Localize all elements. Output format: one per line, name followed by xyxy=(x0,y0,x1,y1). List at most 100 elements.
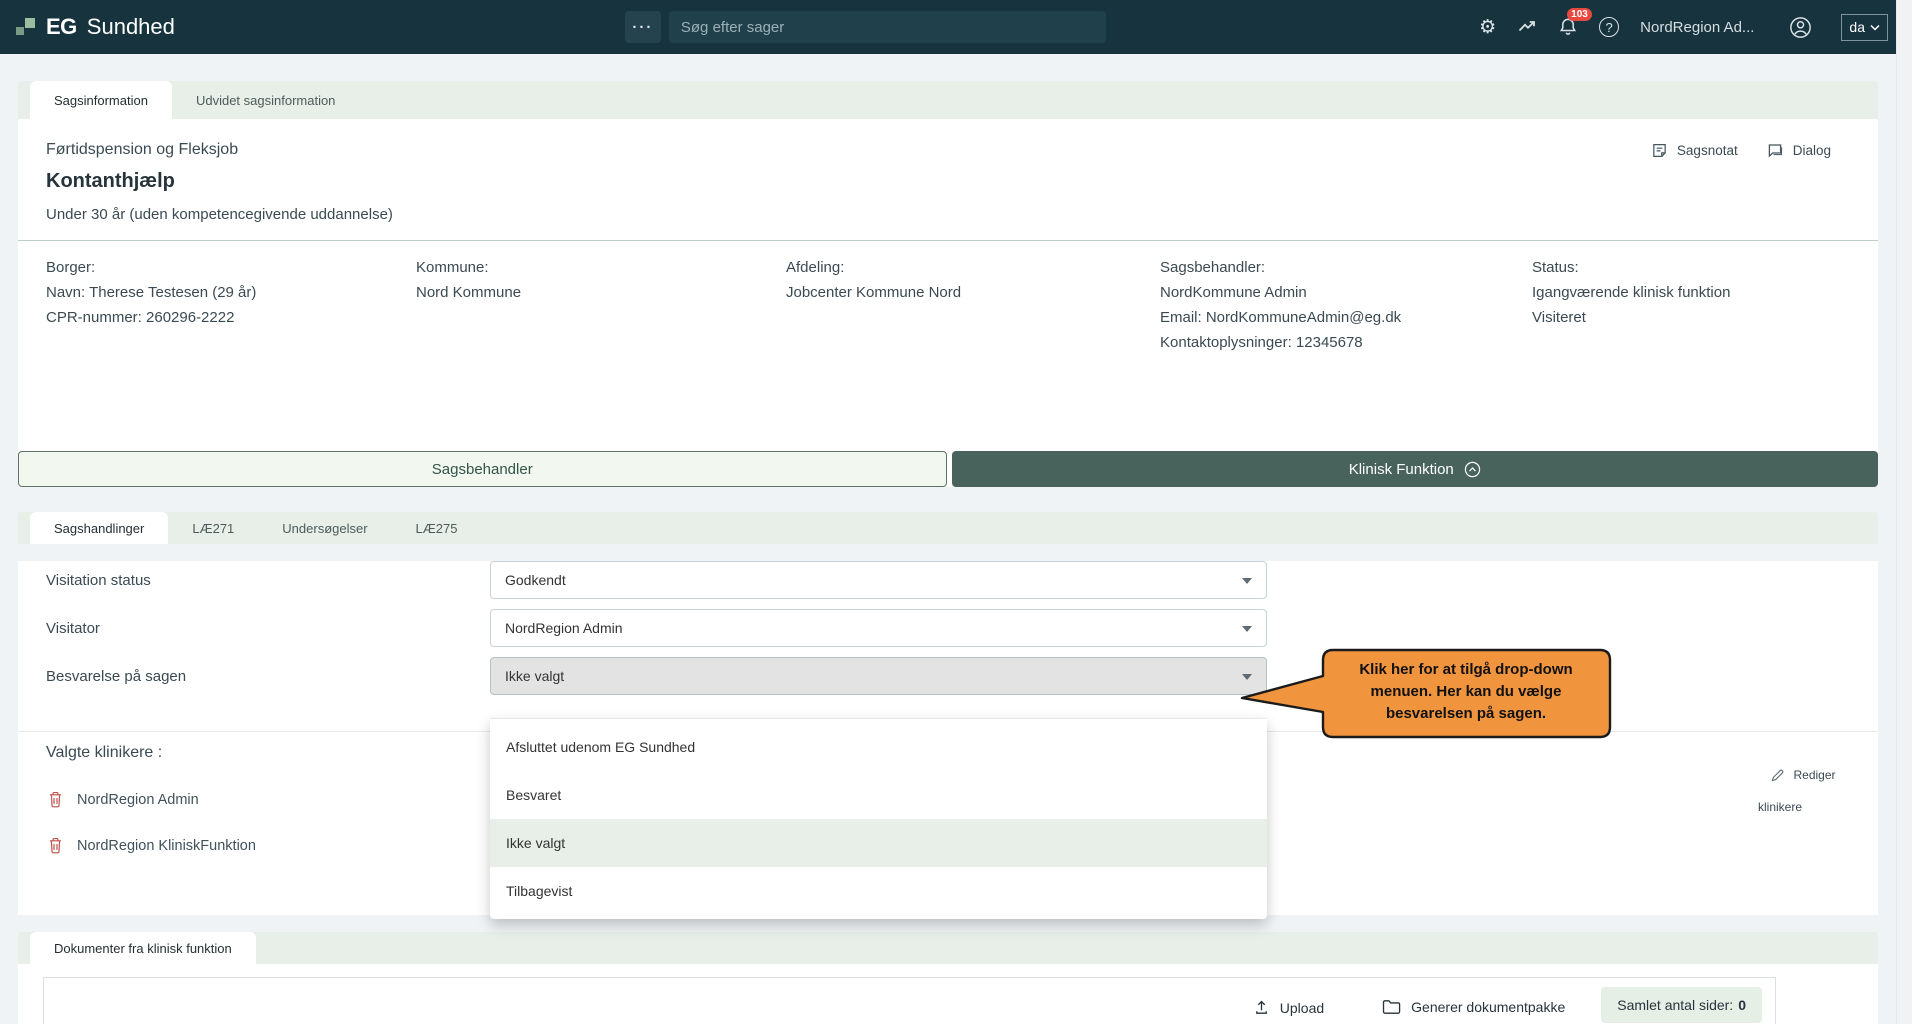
status-label: Status: xyxy=(1532,255,1850,280)
sagsbehandler-navn: NordKommune Admin xyxy=(1160,280,1532,305)
tab-lae275[interactable]: LÆ275 xyxy=(392,512,482,544)
visitation-status-label: Visitation status xyxy=(18,572,490,589)
afdeling-value: Jobcenter Kommune Nord xyxy=(786,280,1160,305)
case-subtitle: Under 30 år (uden kompetencegivende udda… xyxy=(46,206,1850,223)
scrollbar[interactable] xyxy=(1896,0,1912,1024)
delete-kliniker-button[interactable] xyxy=(48,837,63,854)
rediger-klinikere-button[interactable]: Rediger klinikere xyxy=(1758,759,1848,823)
help-icon[interactable]: ? xyxy=(1599,17,1619,37)
status-line2: Visiteret xyxy=(1532,305,1850,330)
sagsbehandler-kontakt: Kontaktoplysninger: 12345678 xyxy=(1160,330,1532,355)
info-borger: Borger: Navn: Therese Testesen (29 år) C… xyxy=(46,255,416,355)
documents-card: Dokumenter fra klinisk funktion Upload G… xyxy=(18,932,1878,1024)
navbar-right: ⚙ 103 ? NordRegion Ad... da xyxy=(1479,14,1888,41)
tab-undersoegelser[interactable]: Undersøgelser xyxy=(258,512,391,544)
total-pages-value: 0 xyxy=(1738,997,1746,1013)
select-arrow-icon xyxy=(1242,578,1252,584)
kommune-value: Nord Kommune xyxy=(416,280,786,305)
borger-navn: Navn: Therese Testesen (29 år) xyxy=(46,280,416,305)
dropdown-option[interactable]: Besvaret xyxy=(490,771,1267,819)
circle-chevron-up-icon xyxy=(1464,461,1481,478)
visitation-status-value: Godkendt xyxy=(505,572,566,588)
case-category: Førtidspension og Fleksjob xyxy=(46,141,1850,159)
documents-box: Upload Generer dokumentpakke Samlet anta… xyxy=(43,977,1776,1024)
afdeling-label: Afdeling: xyxy=(786,255,1160,280)
case-tabstrip: Sagsinformation Udvidet sagsinformation xyxy=(18,81,1878,119)
language-selector[interactable]: da xyxy=(1841,14,1888,41)
case-info-row: Borger: Navn: Therese Testesen (29 år) C… xyxy=(18,241,1878,355)
spacer xyxy=(18,355,1878,451)
klinisk-funktion-toggle-label: Klinisk Funktion xyxy=(1349,461,1454,478)
sagsbehandler-toggle-label: Sagsbehandler xyxy=(432,461,533,478)
chevron-down-icon xyxy=(1870,24,1880,31)
dialog-label: Dialog xyxy=(1793,143,1831,158)
info-sagsbehandler: Sagsbehandler: NordKommune Admin Email: … xyxy=(1160,255,1532,355)
actions-card: Sagshandlinger LÆ271 Undersøgelser LÆ275… xyxy=(18,512,1878,915)
info-kommune: Kommune: Nord Kommune xyxy=(416,255,786,355)
tab-udvidet-sagsinformation[interactable]: Udvidet sagsinformation xyxy=(172,81,359,119)
sagsbehandler-toggle-button[interactable]: Sagsbehandler xyxy=(18,451,947,487)
case-header: Førtidspension og Fleksjob Kontanthjælp … xyxy=(18,119,1878,223)
visitator-select[interactable]: NordRegion Admin xyxy=(490,609,1267,647)
dropdown-option[interactable]: Tilbagevist xyxy=(490,867,1267,915)
besvarelse-select[interactable]: Ikke valgt xyxy=(490,657,1267,695)
form-row-visitator: Visitator NordRegion Admin xyxy=(18,609,1878,647)
rediger-label-line1: Rediger xyxy=(1793,759,1835,791)
notification-count-badge: 103 xyxy=(1567,8,1592,21)
besvarelse-label: Besvarelse på sagen xyxy=(18,668,490,685)
language-value: da xyxy=(1849,19,1865,35)
navbar: EG Sundhed ··· ⚙ 103 ? NordRegion Ad... … xyxy=(0,0,1896,54)
role-toggle-row: Sagsbehandler Klinisk Funktion xyxy=(18,451,1878,487)
case-card: Sagsinformation Udvidet sagsinformation … xyxy=(18,81,1878,487)
klinisk-funktion-toggle-button[interactable]: Klinisk Funktion xyxy=(952,451,1879,487)
visitation-status-select[interactable]: Godkendt xyxy=(490,561,1267,599)
folder-icon xyxy=(1382,999,1401,1015)
documents-card-body: Upload Generer dokumentpakke Samlet anta… xyxy=(18,964,1878,1024)
user-menu[interactable]: NordRegion Ad... xyxy=(1640,19,1754,36)
visitator-label: Visitator xyxy=(18,620,490,637)
case-card-body: Førtidspension og Fleksjob Kontanthjælp … xyxy=(18,119,1878,487)
upload-label: Upload xyxy=(1280,1000,1324,1016)
delete-kliniker-button[interactable] xyxy=(48,791,63,808)
kliniker-name: NordRegion KliniskFunktion xyxy=(77,838,256,854)
trend-chart-icon[interactable] xyxy=(1517,17,1537,37)
sagsnotat-button[interactable]: Sagsnotat xyxy=(1651,142,1738,159)
eg-logo-icon xyxy=(16,17,36,37)
sagsbehandler-email: Email: NordKommuneAdmin@eg.dk xyxy=(1160,305,1532,330)
generate-dokumentpakke-button[interactable]: Generer dokumentpakke xyxy=(1382,999,1565,1015)
sagsbehandler-label: Sagsbehandler: xyxy=(1160,255,1532,280)
tab-sagshandlinger[interactable]: Sagshandlinger xyxy=(30,512,168,544)
trash-icon xyxy=(48,791,63,808)
total-pages-badge: Samlet antal sider: 0 xyxy=(1601,987,1762,1023)
dropdown-option-selected[interactable]: Ikke valgt xyxy=(490,819,1267,867)
upload-button[interactable]: Upload xyxy=(1253,999,1324,1016)
trash-icon xyxy=(48,837,63,854)
besvarelse-dropdown-panel: Afsluttet udenom EG Sundhed Besvaret Ikk… xyxy=(490,718,1267,919)
app-root: EG Sundhed ··· ⚙ 103 ? NordRegion Ad... … xyxy=(0,0,1896,1024)
actions-tabstrip: Sagshandlinger LÆ271 Undersøgelser LÆ275 xyxy=(18,512,1878,544)
logo-product-text: Sundhed xyxy=(87,14,175,40)
info-status: Status: Igangværende klinisk funktion Vi… xyxy=(1532,255,1850,355)
notifications-bell-icon[interactable]: 103 xyxy=(1558,17,1578,37)
kliniker-name: NordRegion Admin xyxy=(77,792,199,808)
dialog-bubble-icon xyxy=(1766,142,1784,159)
tab-dokumenter-fra-klinisk-funktion[interactable]: Dokumenter fra klinisk funktion xyxy=(30,932,256,964)
search-input[interactable] xyxy=(669,11,1106,43)
actions-card-body: Visitation status Godkendt Visitator Nor… xyxy=(18,561,1878,915)
settings-gear-icon[interactable]: ⚙ xyxy=(1479,18,1496,37)
navbar-center: ··· xyxy=(625,11,1106,43)
dialog-button[interactable]: Dialog xyxy=(1766,142,1831,159)
form-row-visitation: Visitation status Godkendt xyxy=(18,561,1878,599)
upload-icon xyxy=(1253,999,1270,1016)
tab-lae271[interactable]: LÆ271 xyxy=(168,512,258,544)
besvarelse-value: Ikke valgt xyxy=(505,668,564,684)
more-menu-button[interactable]: ··· xyxy=(625,11,661,43)
documents-tabstrip: Dokumenter fra klinisk funktion xyxy=(18,932,1878,964)
borger-label: Borger: xyxy=(46,255,416,280)
tab-sagsinformation[interactable]: Sagsinformation xyxy=(30,81,172,119)
profile-person-icon[interactable] xyxy=(1789,16,1812,39)
generate-label: Generer dokumentpakke xyxy=(1411,999,1565,1015)
logo-eg-text: EG xyxy=(46,14,77,40)
dropdown-option[interactable]: Afsluttet udenom EG Sundhed xyxy=(490,723,1267,771)
case-actions: Sagsnotat Dialog xyxy=(1651,142,1831,159)
